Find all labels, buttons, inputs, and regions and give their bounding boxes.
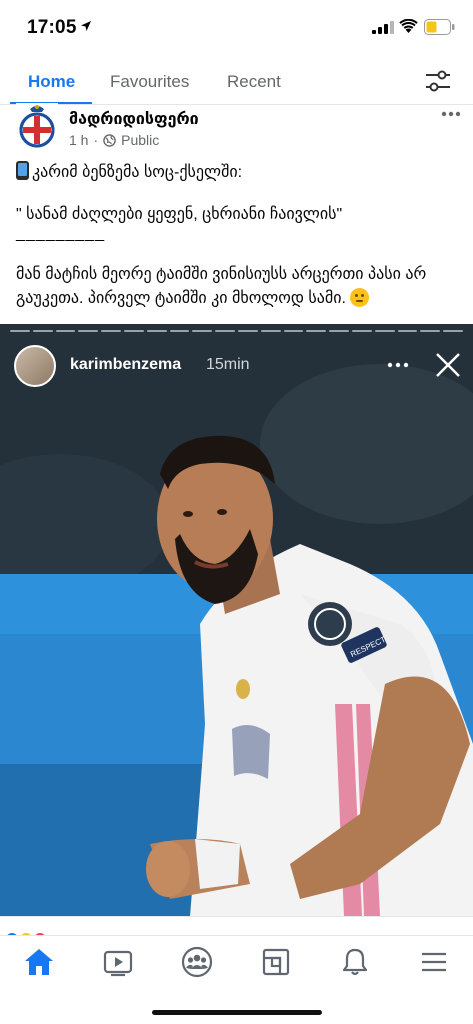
tab-recent[interactable]: Recent bbox=[227, 72, 281, 92]
page-avatar[interactable] bbox=[16, 103, 58, 149]
close-icon bbox=[436, 353, 460, 377]
post-line-1: კარიმ ბენზემა სოც-ქსელში: bbox=[32, 164, 243, 181]
groups-icon[interactable] bbox=[181, 946, 213, 978]
post-photo[interactable]: RESPECT karimbenzema 15min bbox=[0, 324, 473, 916]
tab-home[interactable]: Home bbox=[28, 72, 75, 92]
reactions-bar[interactable] bbox=[0, 916, 473, 947]
post-text-line-4: მან მატჩის მეორე ტაიმში ვინისიუსს არცერთ… bbox=[16, 263, 461, 311]
battery-icon bbox=[424, 19, 455, 35]
home-icon[interactable] bbox=[23, 946, 55, 978]
thinking-face-icon bbox=[349, 288, 369, 307]
signal-icon bbox=[372, 21, 394, 34]
location-arrow-icon bbox=[81, 21, 91, 31]
more-options-icon[interactable] bbox=[440, 104, 462, 124]
feed-tabs: Home Favourites Recent bbox=[0, 56, 473, 106]
globe-icon bbox=[103, 133, 116, 147]
home-indicator[interactable] bbox=[152, 1010, 322, 1015]
video-icon[interactable] bbox=[102, 946, 134, 978]
meta-separator: · bbox=[93, 132, 99, 148]
post-privacy: Public bbox=[121, 132, 160, 148]
story-progress-bars bbox=[10, 330, 463, 333]
post-author[interactable]: მადრიდისფერი bbox=[69, 109, 199, 129]
pages-icon[interactable] bbox=[260, 946, 292, 978]
mobile-phone-icon bbox=[16, 161, 29, 180]
post-meta: 1 h · Public bbox=[69, 132, 159, 148]
menu-icon[interactable] bbox=[418, 946, 450, 978]
story-time: 15min bbox=[206, 356, 250, 373]
story-username: karimbenzema bbox=[70, 356, 182, 373]
story-avatar bbox=[14, 345, 56, 387]
post-text-line-1: კარიმ ბენზემა სოც-ქსელში: bbox=[16, 161, 461, 185]
tab-favourites[interactable]: Favourites bbox=[110, 72, 189, 92]
filter-settings-icon[interactable] bbox=[425, 69, 451, 93]
status-time: 17:05 bbox=[27, 17, 77, 38]
tabs-divider bbox=[0, 104, 473, 105]
player-photo: RESPECT bbox=[0, 324, 473, 916]
post-time[interactable]: 1 h bbox=[69, 132, 88, 148]
bell-icon[interactable] bbox=[339, 946, 371, 978]
story-more-icon bbox=[387, 362, 409, 368]
status-bar: 17:05 bbox=[0, 0, 473, 56]
post-line-3: _________ bbox=[16, 225, 106, 242]
wifi-icon bbox=[399, 19, 418, 33]
